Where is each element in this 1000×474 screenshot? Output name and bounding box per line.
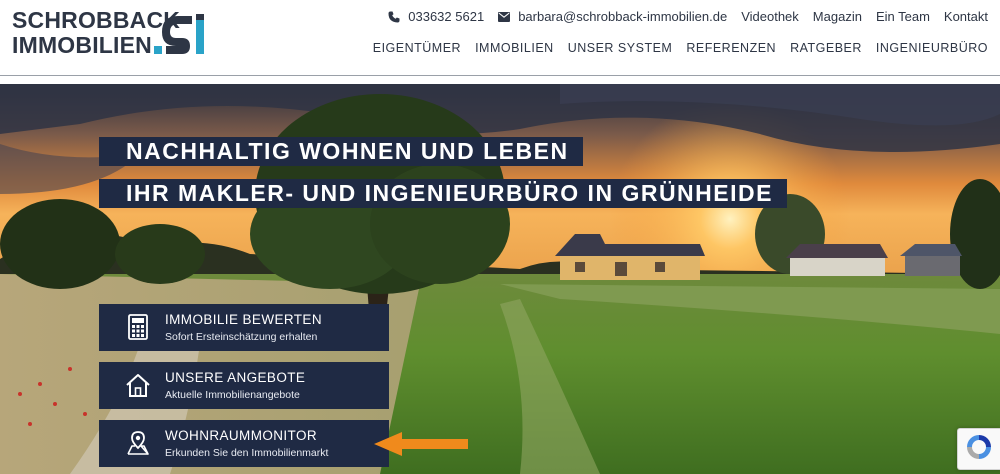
card-title: WOHNRAUMMONITOR bbox=[165, 428, 317, 443]
email-link[interactable]: barbara@schrobback-immobilien.de bbox=[498, 9, 727, 24]
nav-item-ratgeber[interactable]: RATGEBER bbox=[790, 41, 862, 55]
nav-item-ingenieurbuero[interactable]: INGENIEURBÜRO bbox=[876, 41, 988, 55]
nav-item-unser-system[interactable]: UNSER SYSTEM bbox=[568, 41, 673, 55]
nav-item-immobilien[interactable]: IMMOBILIEN bbox=[475, 41, 554, 55]
calculator-icon bbox=[128, 314, 148, 340]
card-subtitle: Erkunden Sie den Immobilienmarkt bbox=[165, 447, 329, 459]
card-subtitle: Sofort Ersteinschätzung erhalten bbox=[165, 331, 318, 343]
card-unsere-angebote[interactable]: UNSERE ANGEBOTE Aktuelle Immobilienangeb… bbox=[99, 362, 389, 409]
pointer-arrow-icon bbox=[374, 432, 468, 456]
phone-number: 033632 5621 bbox=[408, 9, 485, 24]
card-subtitle: Aktuelle Immobilienangebote bbox=[165, 389, 300, 401]
main-nav: EIGENTÜMER IMMOBILIEN UNSER SYSTEM REFER… bbox=[359, 41, 988, 55]
top-bar: 033632 5621 barbara@schrobback-immobilie… bbox=[374, 9, 988, 24]
envelope-icon bbox=[498, 11, 511, 22]
logo-mark-icon bbox=[154, 14, 204, 54]
toplink-ein-team[interactable]: Ein Team bbox=[876, 9, 930, 24]
nav-item-eigentuemer[interactable]: EIGENTÜMER bbox=[373, 41, 461, 55]
hero-headline-1: NACHHALTIG WOHNEN UND LEBEN bbox=[99, 137, 583, 166]
recaptcha-badge[interactable] bbox=[957, 428, 1000, 470]
toplink-videothek[interactable]: Videothek bbox=[741, 9, 799, 24]
logo[interactable]: SCHROBBACK IMMOBILIEN bbox=[12, 8, 212, 64]
nav-item-referenzen[interactable]: REFERENZEN bbox=[686, 41, 776, 55]
toplink-kontakt[interactable]: Kontakt bbox=[944, 9, 988, 24]
house-icon bbox=[126, 374, 150, 397]
recaptcha-icon bbox=[967, 435, 991, 459]
phone-link[interactable]: 033632 5621 bbox=[388, 9, 484, 24]
phone-icon bbox=[388, 11, 400, 22]
site-header: SCHROBBACK IMMOBILIEN 033632 5621 barbar… bbox=[0, 0, 1000, 76]
hero-headline-2: IHR MAKLER- UND INGENIEURBÜRO IN GRÜNHEI… bbox=[99, 179, 787, 208]
card-title: IMMOBILIE BEWERTEN bbox=[165, 312, 322, 327]
map-pin-icon bbox=[127, 431, 149, 455]
email-address: barbara@schrobback-immobilien.de bbox=[518, 9, 728, 24]
card-wohnraummonitor[interactable]: WOHNRAUMMONITOR Erkunden Sie den Immobil… bbox=[99, 420, 389, 467]
toplink-magazin[interactable]: Magazin bbox=[813, 9, 862, 24]
card-immobilie-bewerten[interactable]: IMMOBILIE BEWERTEN Sofort Ersteinschätzu… bbox=[99, 304, 389, 351]
card-title: UNSERE ANGEBOTE bbox=[165, 370, 306, 385]
